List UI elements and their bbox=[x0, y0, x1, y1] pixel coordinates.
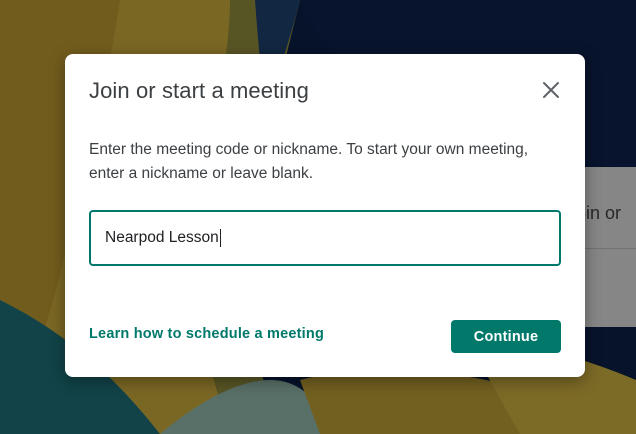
learn-schedule-link[interactable]: Learn how to schedule a meeting bbox=[89, 326, 324, 342]
meeting-code-value: Nearpod Lesson bbox=[105, 229, 219, 246]
continue-button[interactable]: Continue bbox=[451, 320, 561, 353]
text-caret bbox=[219, 228, 221, 247]
close-icon bbox=[543, 82, 559, 98]
close-button[interactable] bbox=[539, 78, 563, 102]
dialog-description: Enter the meeting code or nickname. To s… bbox=[89, 141, 529, 182]
meeting-code-field[interactable]: Nearpod Lesson bbox=[89, 210, 561, 266]
join-meeting-dialog: Join or start a meeting Enter the meetin… bbox=[65, 54, 585, 377]
screen: oin or Join or start a meeting Enter the… bbox=[0, 0, 636, 434]
dialog-title: Join or start a meeting bbox=[89, 78, 309, 103]
meeting-code-input[interactable]: Nearpod Lesson bbox=[105, 212, 221, 264]
